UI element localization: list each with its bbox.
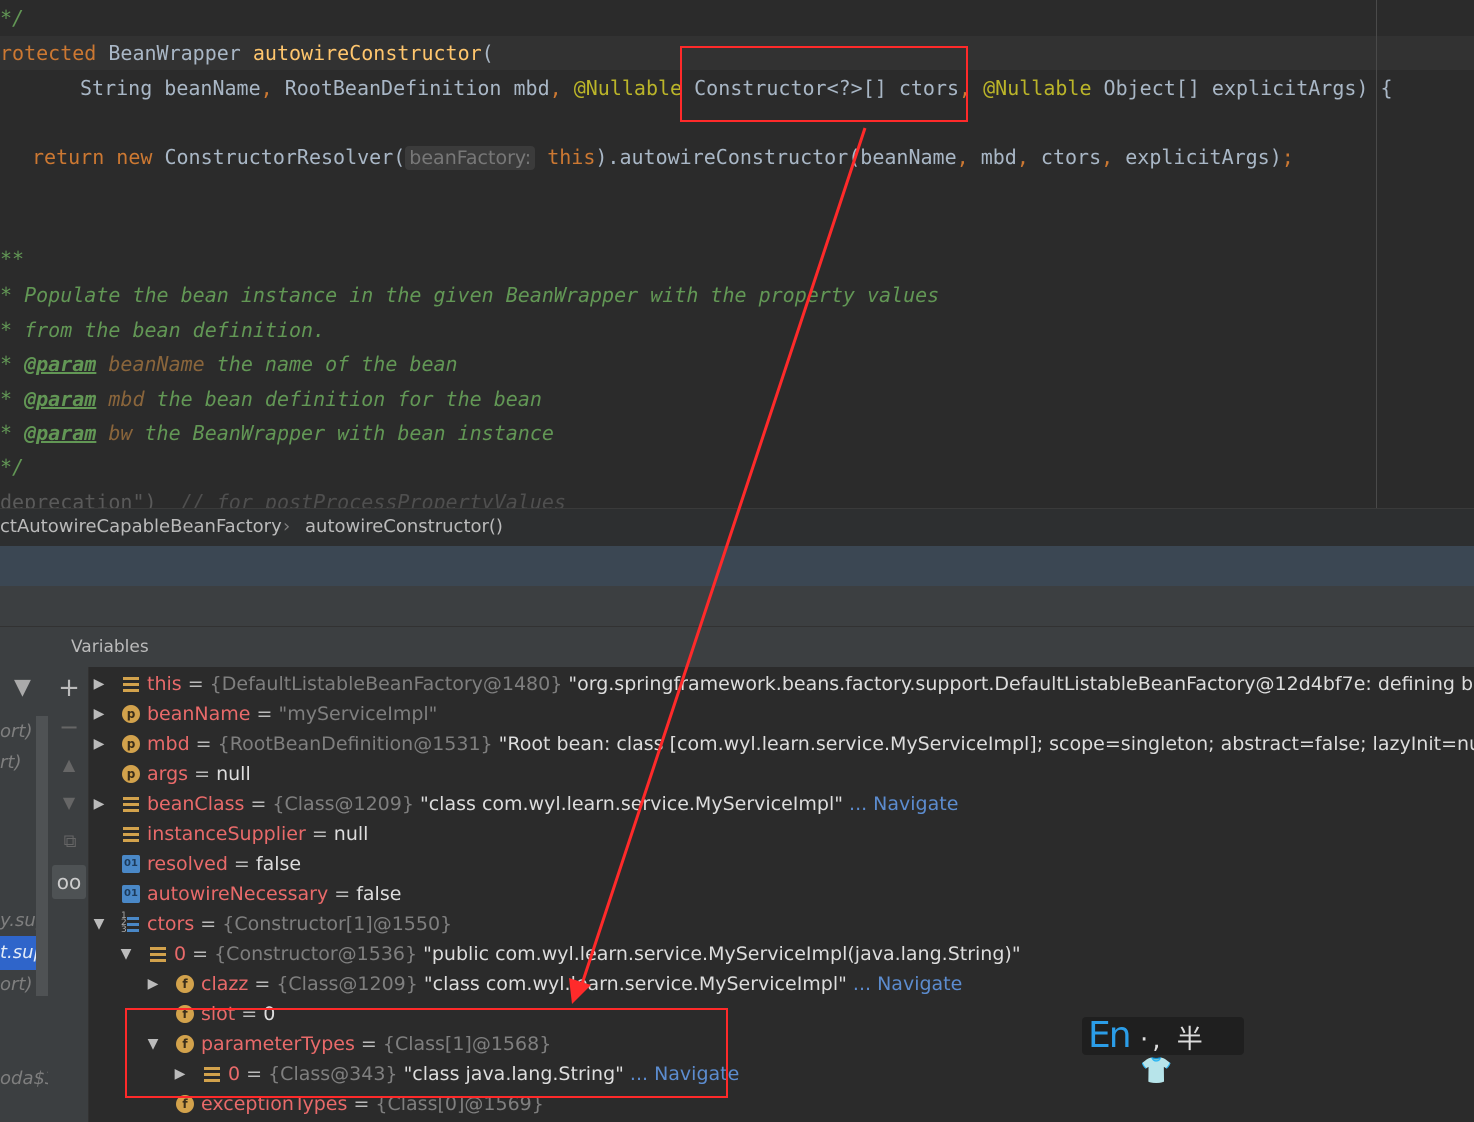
ime-indicator[interactable]: En ·, 半 👕 xyxy=(1082,1015,1244,1086)
ime-options: ·, 半 👕 xyxy=(1140,1025,1207,1086)
arrow-line xyxy=(578,127,867,991)
ime-language: En xyxy=(1088,1015,1132,1056)
arrow-head xyxy=(569,978,591,1004)
annotation-arrow xyxy=(569,127,867,1004)
